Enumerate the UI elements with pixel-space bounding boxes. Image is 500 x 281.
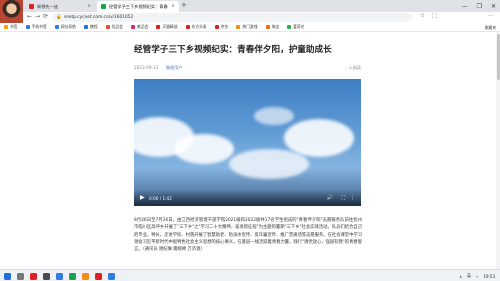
- forward-button[interactable]: →: [35, 13, 40, 20]
- taskbar-app-icon[interactable]: [56, 272, 63, 280]
- article-meta: 2023-09-13 微视用户 人阅读: [134, 65, 361, 71]
- back-button[interactable]: ←: [27, 13, 32, 20]
- bookmark-item[interactable]: 优品会: [105, 24, 123, 30]
- bookmark-item[interactable]: 爱奇艺: [287, 24, 304, 30]
- bookmark-item[interactable]: 淘宝: [265, 24, 280, 30]
- bookmark-label: 东方头条: [191, 24, 207, 29]
- tab-first[interactable]: 联想先一迷 ×: [25, 1, 95, 12]
- taskbar-app-icon[interactable]: [43, 272, 50, 280]
- bookmark-icon: [265, 25, 270, 29]
- bookmark-icon: [236, 25, 241, 29]
- more-options-icon[interactable]: ⋮: [350, 195, 355, 201]
- play-icon[interactable]: ▶: [140, 194, 145, 201]
- scrollbar-thumb[interactable]: [496, 34, 500, 80]
- bookmark-label: 爱奇艺: [293, 24, 305, 29]
- favorites-folder[interactable]: 收藏夹: [485, 25, 496, 31]
- taskbar: ∧ 英 ⌁ 19:53: [0, 269, 500, 281]
- video-player[interactable]: ▶ 0:00 / 1:42 🔊 ⛶ ⋮: [134, 79, 361, 206]
- start-icon[interactable]: [4, 272, 11, 280]
- window-controls: — ❐ ✕: [462, 0, 496, 12]
- tab-favicon: [101, 4, 106, 9]
- bookmark-icon: [287, 25, 292, 29]
- lock-icon: 🔒: [56, 15, 62, 20]
- bookmark-item[interactable]: 东方头条: [185, 24, 207, 30]
- bookmark-icon: [214, 25, 219, 29]
- tab-active[interactable]: 经管学子三下乡视频纪实：青春 ×: [97, 1, 179, 12]
- tab-label: 联想先一迷: [37, 3, 58, 9]
- video-frame-cloud: [229, 149, 309, 179]
- bookmark-label: 京东: [220, 24, 229, 29]
- bookmark-label: 网址导航: [60, 24, 76, 29]
- bookmarks-bar: 书签 手机书签 网址导航 携程 优品会 唯品会 天猫精选 东方头条 京东 热门游…: [0, 23, 500, 32]
- reload-button[interactable]: ⟳: [43, 13, 48, 20]
- bookmark-icon: [105, 25, 110, 29]
- bookmark-icon: [83, 25, 88, 29]
- url-text: seetp.cycnet.com.cn/v/1601052: [64, 15, 134, 20]
- tray-expand-icon[interactable]: ∧: [459, 274, 462, 279]
- clock[interactable]: 19:53: [483, 274, 495, 279]
- minimize-button[interactable]: —: [462, 3, 468, 10]
- bookmark-icon: [185, 25, 190, 29]
- maximize-button[interactable]: ❐: [477, 3, 482, 10]
- bookmark-label: 唯品会: [136, 24, 149, 29]
- video-frame-cloud: [174, 134, 234, 164]
- video-controls: ▶ 0:00 / 1:42 🔊 ⛶ ⋮: [134, 190, 361, 206]
- bookmark-icon: [156, 25, 161, 29]
- article-title: 经管学子三下乡视频纪实：青春伴夕阳，护童助成长: [134, 45, 332, 55]
- volume-icon[interactable]: 🔊: [327, 195, 333, 201]
- taskbar-app-icon[interactable]: [95, 272, 102, 280]
- bookmark-icon: [25, 25, 30, 29]
- bookmark-label: 优品会: [111, 24, 123, 29]
- user-avatar[interactable]: [0, 0, 23, 23]
- tab-label: 经管学子三下乡视频纪实：青春: [109, 3, 168, 9]
- video-frame-cloud: [284, 119, 354, 157]
- bookmark-label: 书签: [10, 24, 18, 29]
- bookmark-item[interactable]: 天猫精选: [156, 24, 178, 30]
- bookmark-item[interactable]: 热门游戏: [236, 24, 258, 30]
- extensions-icon[interactable]: ⬚: [432, 13, 437, 19]
- search-icon[interactable]: [17, 272, 24, 280]
- article-body: 8月26日至7月26日，由江西经济管理干部学院2021级和2022级共17名学生…: [134, 218, 362, 253]
- menu-icon[interactable]: ⋯: [488, 13, 494, 19]
- tab-strip: 联想先一迷 × 经管学子三下乡视频纪实：青春 × + — ❐ ✕: [0, 0, 500, 12]
- article-source[interactable]: 微视用户: [166, 65, 183, 70]
- fullscreen-icon[interactable]: ⛶: [341, 195, 345, 201]
- bookmark-label: 手机书签: [31, 24, 47, 29]
- url-input[interactable]: 🔒 seetp.cycnet.com.cn/v/1601052: [52, 13, 412, 22]
- bookmark-label: 热门游戏: [242, 24, 258, 29]
- tab-close-icon[interactable]: ×: [87, 4, 91, 9]
- bookmark-label: 携程: [89, 24, 98, 29]
- bookmark-item[interactable]: 网址导航: [54, 24, 76, 30]
- taskbar-apps: [4, 271, 115, 281]
- close-window-button[interactable]: ✕: [491, 3, 496, 10]
- tab-close-icon[interactable]: ×: [171, 4, 175, 9]
- bookmark-label: 天猫精选: [162, 24, 178, 29]
- bookmark-label: 淘宝: [271, 24, 280, 29]
- network-icon[interactable]: ⌁: [476, 274, 478, 279]
- taskbar-app-icon[interactable]: [30, 272, 37, 280]
- tab-favicon: [29, 4, 34, 9]
- bookmark-icon: [130, 25, 135, 29]
- bookmark-item[interactable]: 京东: [214, 24, 229, 30]
- star-icon[interactable]: ☆: [420, 13, 425, 19]
- video-frame-cloud: [254, 107, 294, 125]
- bookmark-item[interactable]: 手机书签: [25, 24, 47, 30]
- article-date: 2023-09-13: [134, 65, 159, 70]
- read-count: 人阅读: [348, 65, 361, 70]
- bookmark-icon: [4, 25, 8, 29]
- taskbar-app-icon[interactable]: [108, 272, 115, 280]
- video-time: 0:00 / 1:42: [149, 196, 172, 201]
- bookmark-icon: [54, 25, 59, 29]
- bookmark-item[interactable]: 携程: [83, 24, 98, 30]
- bookmark-item[interactable]: 书签: [4, 24, 18, 30]
- page-content: 经管学子三下乡视频纪实：青春伴夕阳，护童助成长 2023-09-13 微视用户 …: [0, 32, 500, 269]
- new-tab-button[interactable]: +: [181, 1, 187, 9]
- taskbar-app-icon[interactable]: [82, 272, 89, 280]
- bookmark-item[interactable]: 唯品会: [130, 24, 149, 30]
- system-tray: ∧ 英 ⌁ 19:53: [459, 270, 495, 281]
- taskbar-app-icon[interactable]: [69, 272, 76, 280]
- input-method-indicator[interactable]: 英: [467, 273, 471, 279]
- page-scrollbar[interactable]: [496, 32, 500, 269]
